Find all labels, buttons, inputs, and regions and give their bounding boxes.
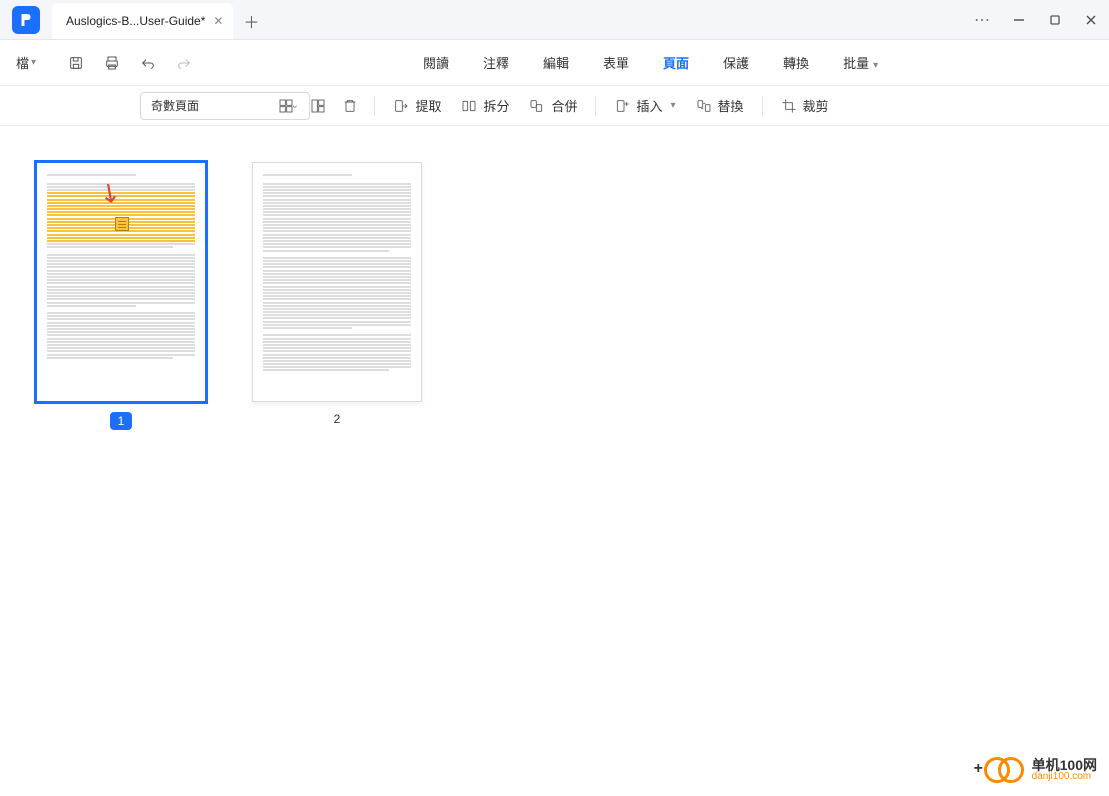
menu-edit[interactable]: 編輯 <box>531 47 581 78</box>
menu-annotate[interactable]: 注釋 <box>471 47 521 78</box>
page-range-select[interactable]: 奇數頁面 ⌄ <box>140 92 310 120</box>
insert-icon <box>614 98 630 114</box>
page-number-1[interactable]: 1 <box>110 412 133 430</box>
page-workspace[interactable]: ↘ 1 <box>0 126 1109 796</box>
extract-label: 提取 <box>415 96 441 115</box>
separator <box>762 96 763 116</box>
redo-icon <box>176 55 192 71</box>
insert-label: 插入 <box>636 96 662 115</box>
annotation-note-icon <box>115 217 129 231</box>
chevron-down-icon: ▾ <box>31 57 36 68</box>
close-window-button[interactable] <box>1073 0 1109 39</box>
undo-button[interactable] <box>134 49 162 77</box>
chevron-down-icon: ▾ <box>671 100 676 111</box>
page-item-1: ↘ 1 <box>36 162 206 430</box>
main-menu: 閱讀 注釋 編輯 表單 頁面 保護 轉換 批量 <box>411 47 890 78</box>
merge-label: 合併 <box>551 96 577 115</box>
delete-page-button[interactable] <box>336 94 364 118</box>
new-tab-button[interactable]: ＋ <box>233 3 269 39</box>
app-icon[interactable] <box>12 6 40 34</box>
chevron-down-icon: ⌄ <box>291 100 299 111</box>
extract-icon <box>393 98 409 114</box>
merge-icon <box>529 98 545 114</box>
page-range-value: 奇數頁面 <box>151 97 199 114</box>
merge-button[interactable]: 合併 <box>521 92 585 119</box>
menu-batch[interactable]: 批量 <box>831 47 890 78</box>
insert-button[interactable]: 插入 ▾ <box>606 92 683 119</box>
file-menu[interactable]: 檔 ▾ <box>10 49 42 76</box>
main-toolbar: 檔 ▾ 閱讀 注釋 編輯 表單 頁面 保護 轉換 批量 <box>0 40 1109 86</box>
replace-label: 替換 <box>718 96 744 115</box>
page-thumbnail-1[interactable]: ↘ <box>36 162 206 402</box>
redo-button[interactable] <box>170 49 198 77</box>
split-button[interactable]: 拆分 <box>453 92 517 119</box>
separator <box>374 96 375 116</box>
menu-convert[interactable]: 轉換 <box>771 47 821 78</box>
menu-form[interactable]: 表單 <box>591 47 641 78</box>
page-item-2: 2 <box>252 162 422 426</box>
maximize-button[interactable] <box>1037 0 1073 39</box>
split-label: 拆分 <box>483 96 509 115</box>
tab-title: Auslogics-B...User-Guide* <box>66 14 205 28</box>
menu-protect[interactable]: 保護 <box>711 47 761 78</box>
tab-document[interactable]: Auslogics-B...User-Guide* ✕ <box>52 3 233 39</box>
page-toolbar: 奇數頁面 ⌄ 提取 拆分 合併 插入 ▾ 替換 裁剪 <box>0 86 1109 126</box>
trash-icon <box>342 98 358 114</box>
print-button[interactable] <box>98 49 126 77</box>
crop-label: 裁剪 <box>803 96 829 115</box>
grid-alt-icon <box>310 98 326 114</box>
overflow-menu-button[interactable]: ⋯ <box>965 0 1001 39</box>
window-controls: ⋯ <box>965 0 1109 39</box>
save-button[interactable] <box>62 49 90 77</box>
titlebar: Auslogics-B...User-Guide* ✕ ＋ ⋯ <box>0 0 1109 40</box>
menu-page[interactable]: 頁面 <box>651 47 701 78</box>
page-number-2[interactable]: 2 <box>334 412 341 426</box>
page-grid: ↘ 1 <box>36 162 1073 430</box>
crop-button[interactable]: 裁剪 <box>773 92 837 119</box>
replace-icon <box>696 98 712 114</box>
save-icon <box>68 55 84 71</box>
close-icon[interactable]: ✕ <box>213 14 223 28</box>
minimize-button[interactable] <box>1001 0 1037 39</box>
replace-button[interactable]: 替換 <box>688 92 752 119</box>
page-thumbnail-2[interactable] <box>252 162 422 402</box>
document-tabs: Auslogics-B...User-Guide* ✕ ＋ <box>52 0 269 39</box>
print-icon <box>104 55 120 71</box>
menu-read[interactable]: 閱讀 <box>411 47 461 78</box>
file-menu-label: 檔 <box>16 53 29 72</box>
more-icon: ⋯ <box>974 10 992 30</box>
undo-icon <box>140 55 156 71</box>
extract-button[interactable]: 提取 <box>385 92 449 119</box>
split-icon <box>461 98 477 114</box>
separator <box>595 96 596 116</box>
crop-icon <box>781 98 797 114</box>
